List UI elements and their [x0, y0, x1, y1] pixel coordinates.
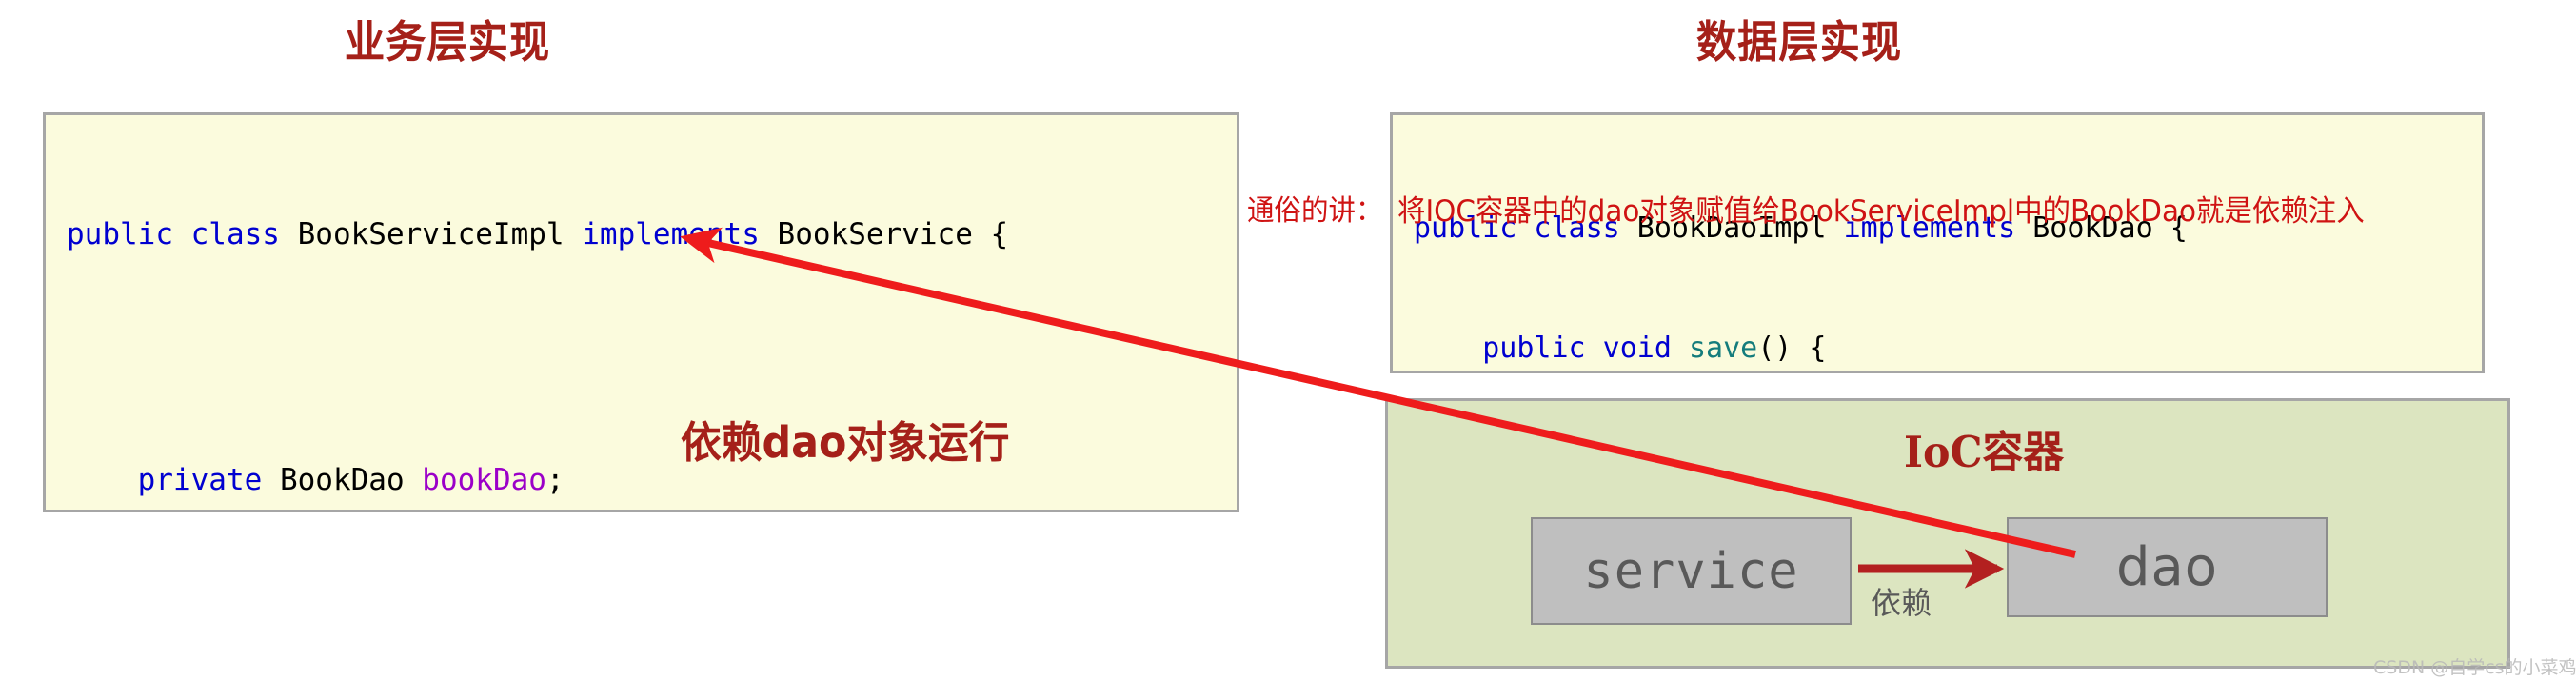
code-token-method: save	[1688, 331, 1758, 365]
code-token-parens: () {	[1757, 331, 1827, 365]
heading-service-layer: 业务层实现	[344, 16, 551, 68]
watermark: CSDN @自学cs的小菜鸡	[2373, 657, 2576, 678]
annotation-dependency-injection: 将IOC容器中的dao对象赋值给BookServiceImpl中的BookDao…	[1397, 194, 2365, 229]
ioc-node-service-label: service	[1583, 542, 1799, 600]
code-token-field: bookDao	[422, 463, 546, 497]
code-token-implements: implements	[582, 217, 760, 251]
annotation-plain-words-prefix: 通俗的讲：	[1247, 194, 1383, 228]
code-token-modifier: public void	[1414, 331, 1689, 365]
annotation-depends-on-dao: 依赖dao对象运行	[681, 417, 1010, 468]
diagram-canvas: 业务层实现 数据层实现 public class BookServiceImpl…	[0, 0, 2576, 682]
ioc-node-dao-label: dao	[2115, 536, 2219, 598]
ioc-node-service[interactable]: service	[1531, 517, 1852, 625]
code-token-keyword: public class	[67, 217, 280, 251]
service-impl-code-block: public class BookServiceImpl implements …	[43, 112, 1239, 512]
code-token-type: BookDao	[262, 463, 423, 497]
code-token-interface: BookService {	[759, 217, 1009, 251]
dao-impl-code-block: public class BookDaoImpl implements Book…	[1390, 112, 2485, 373]
code-line: private BookDao bookDao;	[67, 460, 1237, 501]
ioc-node-dao[interactable]: dao	[2007, 517, 2328, 617]
code-token-private: private	[67, 463, 263, 497]
heading-data-layer: 数据层实现	[1695, 16, 1903, 68]
ioc-container-title: IoC容器	[1904, 427, 2065, 477]
code-line: public class BookServiceImpl implements …	[67, 214, 1237, 255]
code-token-classname: BookServiceImpl	[279, 217, 583, 251]
dependency-arrow-label: 依赖	[1871, 585, 1932, 621]
code-token-semicolon: ;	[545, 463, 565, 497]
code-line: public void save() {	[1414, 329, 2482, 369]
